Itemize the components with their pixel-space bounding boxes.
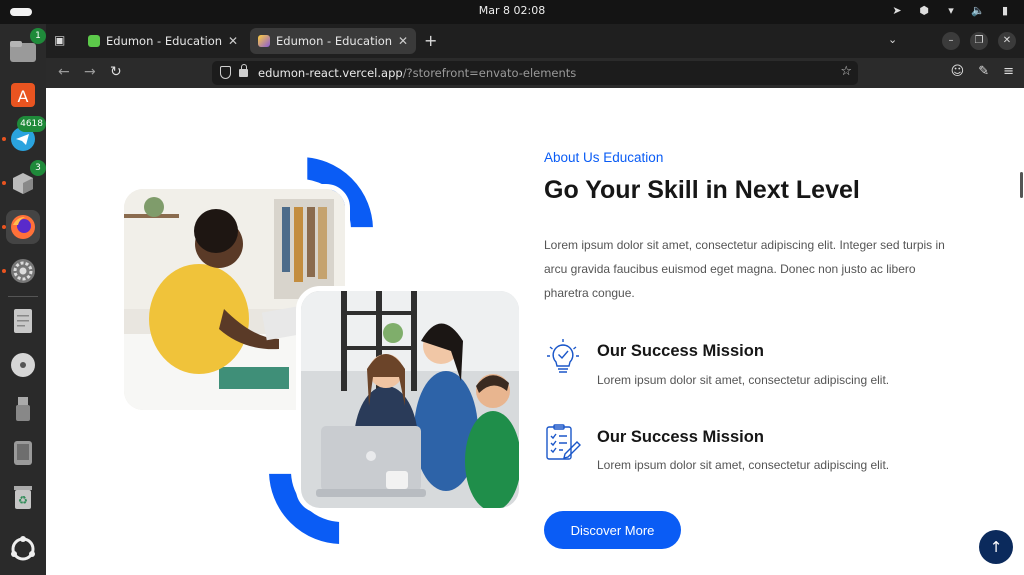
text-editor-icon[interactable] [6,304,40,338]
page-scrollbar[interactable] [1020,172,1023,198]
firefox-app-icon[interactable] [2,210,40,244]
telegram-tray-icon[interactable]: ➤ [890,4,904,17]
lock-icon[interactable] [239,64,248,77]
feature-title: Our Success Mission [597,342,764,360]
settings-app-icon[interactable] [2,254,40,288]
running-indicator [2,269,6,273]
dock-separator [8,296,38,297]
url-host: edumon-react.vercel.app [258,66,403,80]
telegram-badge: 4618 [17,116,46,132]
tab-bar: ▣ Edumon - Education & Or ✕ Edumon - Edu… [46,24,1024,58]
envato-favicon-icon [88,35,100,47]
section-eyebrow: About Us Education [544,150,664,165]
close-tab-icon[interactable]: ✕ [228,34,238,48]
url-path: /?storefront=envato-elements [402,66,577,80]
web-page: About Us Education Go Your Skill in Next… [46,88,1024,575]
running-indicator [2,225,6,229]
tab-title: Edumon - Education Reac [276,34,394,48]
system-tray[interactable]: ➤ ⬢ ▾ 🔈 ▮ [890,4,1012,17]
section-heading: Go Your Skill in Next Level [544,176,860,204]
toolbar-icons: ☺ ✎ ≡ [951,64,1014,79]
close-window-button[interactable]: ✕ [998,32,1016,50]
package-app-icon[interactable]: 3 [2,160,46,200]
show-apps-icon[interactable] [6,532,40,566]
url-text[interactable]: edumon-react.vercel.app/?storefront=enva… [258,66,576,80]
volume-icon[interactable]: 🔈 [971,4,985,17]
extensions-icon[interactable]: ✎ [978,64,989,79]
lightbulb-check-icon [544,337,582,381]
system-clock[interactable]: Mar 8 02:08 [0,4,1024,17]
system-top-bar: Mar 8 02:08 ➤ ⬢ ▾ 🔈 ▮ [0,0,1024,24]
back-icon[interactable]: ← [58,64,70,80]
arrow-up-icon: ↑ [989,538,1003,556]
bookmark-star-icon[interactable]: ☆ [840,64,852,79]
back-to-top-button[interactable]: ↑ [979,530,1013,564]
minimize-window-button[interactable]: – [942,32,960,50]
menu-icon[interactable]: ≡ [1003,64,1014,79]
section-description: Lorem ipsum dolor sit amet, consectetur … [544,238,945,300]
firefox-window: ▣ Edumon - Education & Or ✕ Edumon - Edu… [46,24,1024,575]
discover-more-button[interactable]: Discover More [544,511,681,549]
battery-icon[interactable]: ▮ [998,4,1012,17]
address-bar[interactable]: edumon-react.vercel.app/?storefront=enva… [212,61,858,85]
telegram-app-icon[interactable]: 4618 [2,116,46,156]
feature-title: Our Success Mission [597,428,764,446]
packages-badge: 3 [30,160,46,176]
forward-icon[interactable]: → [84,64,96,80]
files-app-icon[interactable]: 1 [6,28,46,68]
account-icon[interactable]: ☺ [951,64,965,79]
checklist-pencil-icon [544,424,582,468]
removable-drive-icon[interactable] [6,436,40,470]
tracking-protection-icon[interactable] [220,66,231,79]
wifi-icon[interactable]: ▾ [944,4,958,17]
svg-text:♻: ♻ [18,494,28,507]
navigation-bar: ← → ↻ edumon-react.vercel.app/?storefron… [46,58,1024,88]
vite-favicon-icon [258,35,270,47]
tab-edumon-1[interactable]: Edumon - Education & Or ✕ [80,28,246,54]
tab-overview-icon[interactable]: ▣ [54,33,65,47]
tab-title: Edumon - Education & Or [106,34,224,48]
running-indicator [2,137,6,141]
new-tab-button[interactable]: + [424,31,437,50]
software-center-icon[interactable]: A [6,78,40,112]
maximize-window-button[interactable]: ❐ [970,32,988,50]
feature-text: Lorem ipsum dolor sit amet, consectetur … [597,373,890,387]
trash-icon[interactable]: ♻ [6,480,40,514]
group-photo [296,286,524,513]
tab-edumon-2[interactable]: Edumon - Education Reac ✕ [250,28,416,54]
usb-drive-icon[interactable] [6,392,40,426]
list-all-tabs-icon[interactable]: ⌄ [888,33,897,46]
extension-tray-icon[interactable]: ⬢ [917,4,931,17]
files-badge: 1 [30,28,46,44]
feature-text: Lorem ipsum dolor sit amet, consectetur … [597,458,890,472]
reload-icon[interactable]: ↻ [110,64,122,80]
dock: 1 A 4618 3 ♻ [0,24,46,575]
svg-text:A: A [18,87,29,106]
close-tab-icon[interactable]: ✕ [398,34,408,48]
running-indicator [2,181,6,185]
disc-drive-icon[interactable] [6,348,40,382]
